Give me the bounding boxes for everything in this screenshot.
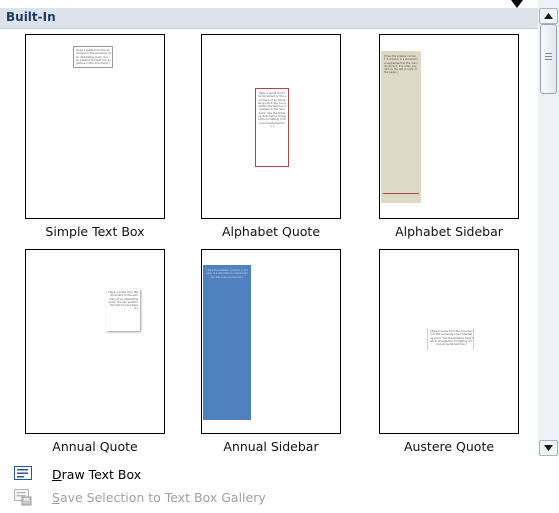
sidebar-preview: [Type the sidebar content. A sidebar is … — [203, 265, 251, 420]
text-box-preview: [Type a quote from the document or the s… — [427, 328, 474, 350]
thumbnail: [Type a quote from the document or the s… — [25, 249, 165, 434]
thumbnail: [Type the sidebar content. A sidebar is … — [201, 249, 341, 434]
label-text: raw Text Box — [61, 467, 142, 482]
save-to-gallery-icon — [14, 489, 32, 506]
placeholder-text: [Type a quote from the document or the s… — [258, 92, 286, 128]
thumbnail: [Type the sidebar content. A sidebar is … — [379, 34, 519, 219]
scroll-down-button[interactable] — [539, 440, 558, 456]
triangle-down-icon — [544, 445, 553, 451]
placeholder-text: [Type a quote from the document or the s… — [108, 291, 138, 311]
label-text: ave Selection to Text Box Gallery — [59, 490, 266, 505]
placeholder-text: [Type a quote from the document or the s… — [76, 49, 111, 66]
placeholder-text: [Type a quote from the document or the s… — [430, 330, 473, 347]
text-box-preview: [Type a quote from the document or the s… — [73, 46, 113, 68]
item-label: Alphabet Sidebar — [395, 224, 503, 239]
gallery-scrollbar[interactable] — [538, 0, 559, 456]
grip-line — [545, 53, 552, 54]
cursor-arrow-icon — [511, 0, 523, 8]
text-box-preview: [Type a quote from the document or the s… — [255, 88, 289, 167]
grip-line — [545, 59, 552, 60]
item-label: Annual Sidebar — [223, 439, 319, 454]
item-label: Alphabet Quote — [221, 224, 321, 239]
text-box-icon — [14, 466, 32, 482]
grip-line — [545, 56, 552, 57]
text-box-gallery: Built-In [Type a quote from the document… — [0, 0, 538, 456]
divider — [383, 193, 419, 194]
access-key: S — [52, 490, 60, 505]
item-label: Annual Quote — [52, 439, 138, 454]
scroll-up-button[interactable] — [539, 8, 558, 24]
menu-item-label: Draw Text Box — [52, 467, 141, 482]
thumbnail: [Type a quote from the document or the s… — [25, 34, 165, 219]
text-box-preview: [Type a quote from the document or the s… — [106, 289, 140, 331]
placeholder-text: [Type the sidebar content. A sidebar is … — [384, 55, 418, 75]
placeholder-text: [Type the sidebar content. A sidebar is … — [206, 269, 248, 279]
triangle-up-icon — [544, 13, 553, 19]
access-key: D — [52, 467, 62, 482]
menu-item-label: Save Selection to Text Box Gallery — [52, 490, 266, 505]
sidebar-preview: [Type the sidebar content. A sidebar is … — [381, 51, 421, 203]
item-label: Austere Quote — [403, 439, 495, 454]
gallery-section-header: Built-In — [0, 8, 538, 29]
thumbnail: [Type a quote from the document or the s… — [201, 34, 341, 219]
save-selection-menu-item[interactable]: Save Selection to Text Box Gallery — [0, 487, 400, 509]
item-label: Simple Text Box — [45, 224, 145, 239]
draw-text-box-menu-item[interactable]: Draw Text Box — [0, 464, 400, 486]
scroll-thumb[interactable] — [540, 24, 557, 94]
thumbnail: [Type a quote from the document or the s… — [379, 249, 519, 434]
section-title: Built-In — [6, 10, 56, 24]
